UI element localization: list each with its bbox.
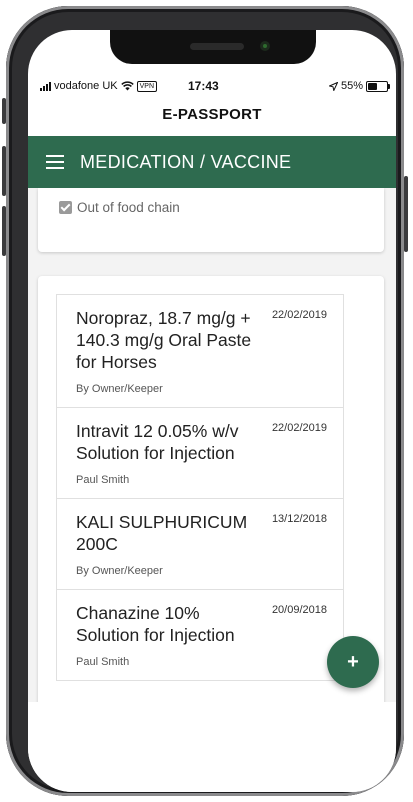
battery-percent: 55%: [340, 80, 363, 92]
wifi-icon: [120, 81, 134, 91]
battery-icon: [366, 80, 390, 92]
food-chain-checkbox: [59, 201, 72, 214]
food-chain-row: Out of food chain: [59, 200, 180, 215]
medication-date: 22/02/2019: [271, 422, 327, 434]
medication-name: KALI SULPHURICUM 200C: [76, 512, 248, 554]
medication-name: Intravit 12 0.05% w/v Solution for Injec…: [76, 421, 239, 463]
page-title: MEDICATION / VACCINE: [80, 151, 292, 172]
content-area[interactable]: Out of food chain Noropraz, 18.7 mg/g + …: [28, 188, 396, 702]
signal-icon: [40, 81, 51, 91]
administered-by: Paul Smith: [76, 474, 130, 486]
medication-item[interactable]: Intravit 12 0.05% w/v Solution for Injec…: [57, 408, 343, 499]
volume-up-button: [2, 146, 6, 196]
administered-by: By Owner/Keeper: [76, 383, 163, 395]
menu-icon[interactable]: [46, 155, 64, 169]
silent-switch: [2, 98, 6, 124]
clock: 17:43: [188, 79, 219, 93]
medication-name: Noropraz, 18.7 mg/g + 140.3 mg/g Oral Pa…: [76, 308, 252, 372]
medication-item[interactable]: Chanazine 10% Solution for Injection 20/0…: [57, 590, 343, 680]
medication-name: Chanazine 10% Solution for Injection: [76, 603, 235, 645]
vpn-badge: VPN: [136, 80, 158, 92]
medication-date: 20/09/2018: [271, 604, 327, 616]
administered-by: By Owner/Keeper: [76, 565, 163, 577]
medication-item[interactable]: KALI SULPHURICUM 200C 13/12/2018 By Owner/…: [57, 499, 343, 590]
power-button: [404, 176, 408, 252]
medication-card: Noropraz, 18.7 mg/g + 140.3 mg/g Oral Pa…: [38, 276, 384, 702]
medication-date: 22/02/2019: [271, 309, 327, 321]
volume-down-button: [2, 206, 6, 256]
food-chain-label: Out of food chain: [77, 200, 180, 215]
screen: vodafone UK VPN 17:43 55% E-PASSPORT MED…: [28, 30, 396, 792]
add-medication-button[interactable]: +: [327, 636, 379, 688]
carrier-label: vodafone UK: [54, 80, 118, 92]
status-bar: vodafone UK VPN 17:43 55%: [28, 78, 396, 96]
medication-list: Noropraz, 18.7 mg/g + 140.3 mg/g Oral Pa…: [56, 294, 344, 681]
speaker: [190, 43, 244, 50]
app-header: MEDICATION / VACCINE: [28, 136, 396, 188]
notch: [110, 30, 316, 64]
bottom-area: [28, 702, 396, 792]
location-arrow-icon: [328, 81, 338, 91]
front-camera: [260, 41, 270, 51]
summary-card: Out of food chain: [38, 188, 384, 252]
phone-frame: vodafone UK VPN 17:43 55% E-PASSPORT MED…: [2, 6, 408, 796]
plus-icon: +: [347, 651, 359, 673]
medication-item[interactable]: Noropraz, 18.7 mg/g + 140.3 mg/g Oral Pa…: [57, 295, 343, 408]
app-title: E-PASSPORT: [162, 106, 262, 123]
administered-by: Paul Smith: [76, 656, 130, 668]
medication-date: 13/12/2018: [271, 513, 327, 525]
